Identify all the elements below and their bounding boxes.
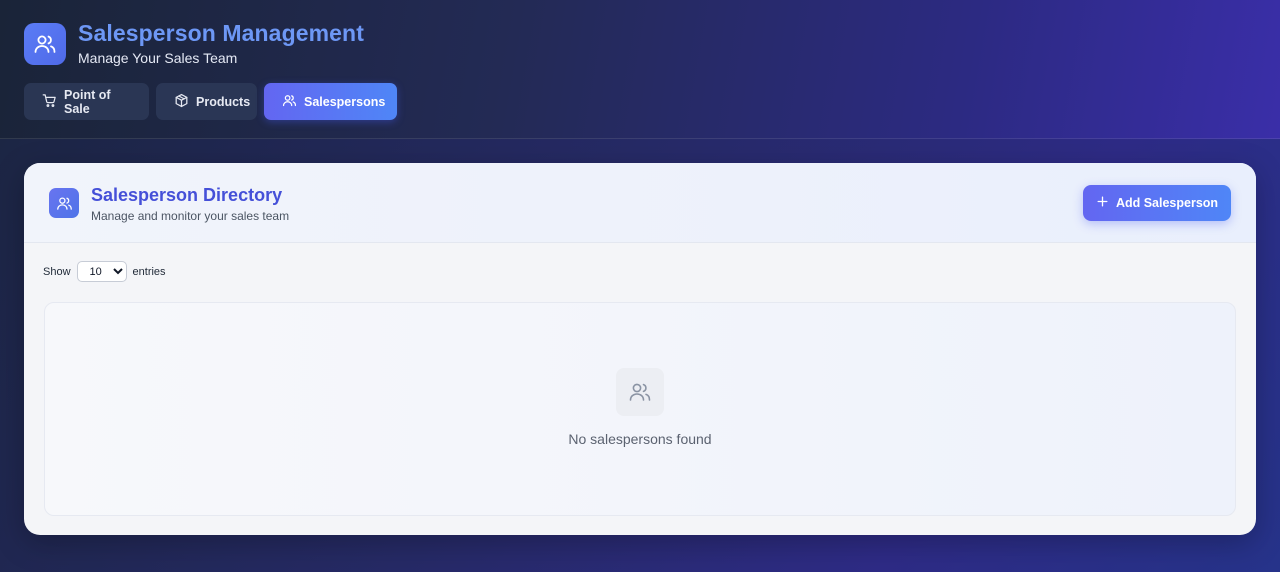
entries-control: Show 10 entries <box>43 261 166 282</box>
directory-title: Salesperson Directory <box>91 185 283 205</box>
users-icon <box>24 22 66 65</box>
entries-select[interactable]: 10 <box>76 261 127 282</box>
empty-state-message: No salespersons found <box>568 431 712 447</box>
add-salesperson-label: Add Salesperson <box>1115 196 1219 210</box>
top-header: Salesperson Management Manage Your Sales… <box>0 0 1280 139</box>
app-subtitle: Manage Your Sales Team <box>78 50 238 66</box>
salesperson-directory-card: Salesperson Directory Manage and monitor… <box>24 163 1256 535</box>
card-header: Salesperson Directory Manage and monitor… <box>24 163 1256 243</box>
tab-products[interactable]: Products <box>156 83 257 120</box>
tab-point-of-sale[interactable]: Point of Sale <box>24 83 149 120</box>
tab-label: Salespersons <box>304 94 386 109</box>
users-icon <box>49 188 79 218</box>
empty-state-panel: No salespersons found <box>44 302 1236 516</box>
entries-label: entries <box>132 265 166 278</box>
tab-label: Products <box>196 94 251 109</box>
show-label: Show <box>43 265 71 278</box>
add-salesperson-button[interactable]: Add Salesperson <box>1083 185 1231 221</box>
box-icon <box>174 93 189 111</box>
brand: Salesperson Management Manage Your Sales… <box>24 21 364 66</box>
app-title: Salesperson Management <box>78 20 364 46</box>
cart-icon <box>42 93 57 111</box>
main-nav: Point of Sale Products Salespersons <box>24 83 397 120</box>
tab-salespersons[interactable]: Salespersons <box>264 83 397 120</box>
plus-icon <box>1096 195 1109 211</box>
users-icon <box>282 93 297 111</box>
directory-subtitle: Manage and monitor your sales team <box>91 209 290 223</box>
users-icon <box>616 368 664 416</box>
tab-label: Point of Sale <box>64 87 111 116</box>
